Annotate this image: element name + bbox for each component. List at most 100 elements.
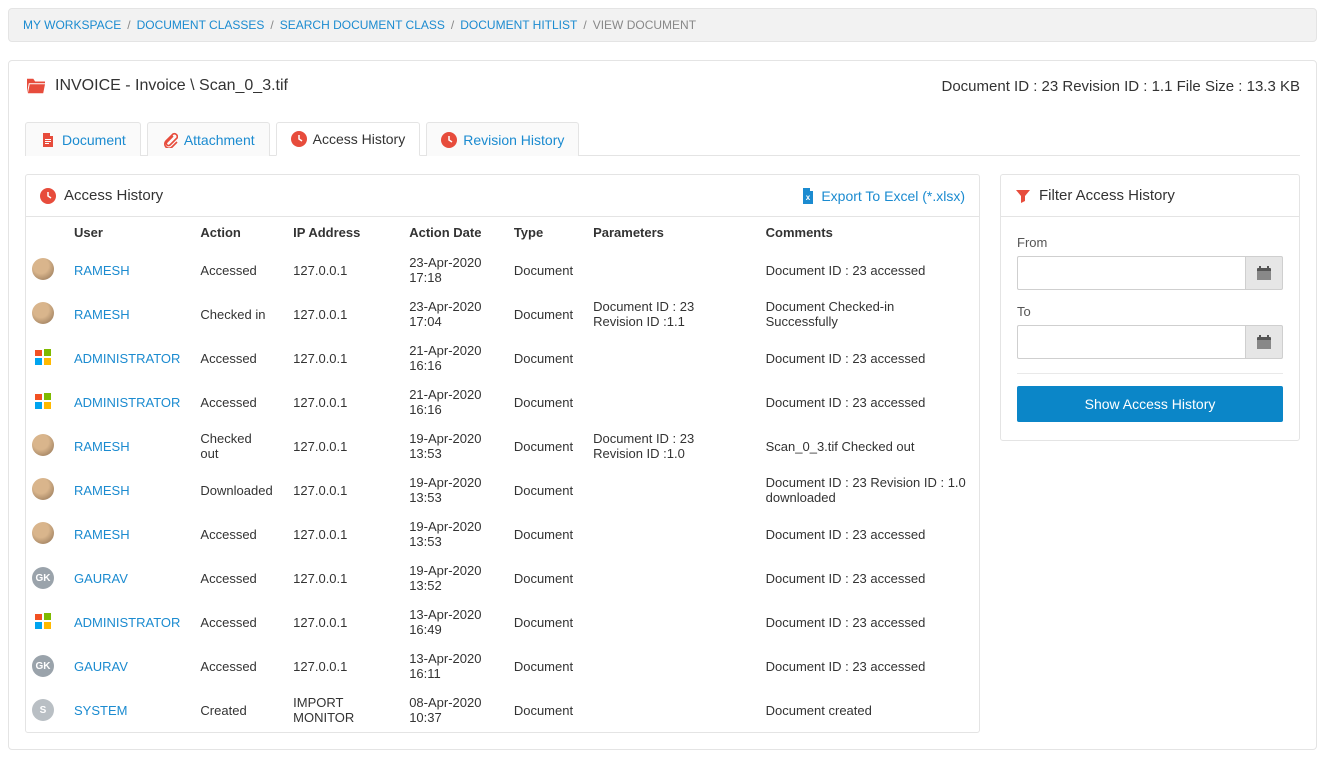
cell-action: Accessed [190,336,283,380]
cell-params [583,644,756,688]
access-history-title: Access History [64,187,801,204]
user-link[interactable]: RAMESH [74,439,130,454]
tab-label: Revision History [463,132,564,148]
cell-action: Checked in [190,292,283,336]
table-row: ADMINISTRATORAccessed127.0.0.113-Apr-202… [26,600,979,644]
breadcrumb-item[interactable]: MY WORKSPACE [23,18,121,32]
avatar: GK [32,567,54,589]
cell-ip: 127.0.0.1 [283,644,399,688]
cell-date: 21-Apr-2020 16:16 [399,380,504,424]
cell-action: Downloaded [190,468,283,512]
cell-params [583,688,756,732]
avatar [32,610,54,632]
user-link[interactable]: RAMESH [74,527,130,542]
filter-title: Filter Access History [1039,187,1285,204]
access-history-card: Access History x Export To Excel (*.xlsx… [25,174,980,733]
document-meta: Document ID : 23 Revision ID : 1.1 File … [942,78,1301,95]
cell-date: 08-Apr-2020 10:37 [399,688,504,732]
export-excel-link[interactable]: x Export To Excel (*.xlsx) [801,188,965,204]
user-link[interactable]: RAMESH [74,483,130,498]
cell-ip: 127.0.0.1 [283,556,399,600]
user-link[interactable]: GAURAV [74,659,128,674]
cell-date: 19-Apr-2020 13:53 [399,468,504,512]
cell-type: Document [504,688,583,732]
table-row: RAMESHAccessed127.0.0.119-Apr-2020 13:53… [26,512,979,556]
cell-ip: 127.0.0.1 [283,468,399,512]
cell-comments: Document ID : 23 accessed [756,600,979,644]
breadcrumb-item[interactable]: DOCUMENT HITLIST [460,18,577,32]
cell-ip: 127.0.0.1 [283,248,399,292]
cell-comments: Document Checked-in Successfully [756,292,979,336]
svg-text:x: x [806,193,811,202]
cell-type: Document [504,644,583,688]
tab-document[interactable]: Document [25,122,141,156]
cell-action: Created [190,688,283,732]
avatar: GK [32,655,54,677]
show-access-history-button[interactable]: Show Access History [1017,386,1283,422]
cell-date: 19-Apr-2020 13:53 [399,424,504,468]
cell-params [583,468,756,512]
user-link[interactable]: ADMINISTRATOR [74,615,180,630]
document-tabs: Document Attachment Access History Revision… [25,121,1300,156]
cell-type: Document [504,424,583,468]
cell-action: Accessed [190,380,283,424]
table-row: RAMESHAccessed127.0.0.123-Apr-2020 17:18… [26,248,979,292]
cell-type: Document [504,600,583,644]
tab-attachment[interactable]: Attachment [147,122,270,156]
cell-action: Checked out [190,424,283,468]
cell-ip: 127.0.0.1 [283,512,399,556]
clip-icon [162,132,178,148]
cell-params [583,556,756,600]
cell-type: Document [504,248,583,292]
cell-ip: 127.0.0.1 [283,380,399,424]
clock-icon [291,131,307,147]
cell-type: Document [504,468,583,512]
user-link[interactable]: GAURAV [74,571,128,586]
table-row: ADMINISTRATORAccessed127.0.0.121-Apr-202… [26,336,979,380]
to-date-picker-button[interactable] [1245,325,1283,359]
from-date-input[interactable] [1017,256,1245,290]
cell-date: 19-Apr-2020 13:52 [399,556,504,600]
column-header: Comments [756,217,979,248]
breadcrumb-item[interactable]: DOCUMENT CLASSES [137,18,265,32]
avatar [32,522,54,544]
document-header: INVOICE - Invoice \ Scan_0_3.tif Documen… [25,61,1300,121]
to-date-input[interactable] [1017,325,1245,359]
avatar [32,346,54,368]
cell-type: Document [504,292,583,336]
table-row: ADMINISTRATOR Accessed127.0.0.121-Apr-202… [26,380,979,424]
cell-params: Document ID : 23 Revision ID :1.1 [583,292,756,336]
column-header: User [64,217,190,248]
tab-label: Access History [313,131,406,147]
breadcrumb-item: VIEW DOCUMENT [593,18,696,32]
tab-access-history[interactable]: Access History [276,122,421,156]
cell-comments: Document ID : 23 accessed [756,556,979,600]
cell-params [583,380,756,424]
table-row: GKGAURAVAccessed127.0.0.113-Apr-2020 16:… [26,644,979,688]
cell-params: Document ID : 23 Revision ID :1.0 [583,424,756,468]
excel-icon: x [801,188,815,204]
cell-params [583,248,756,292]
column-header: Parameters [583,217,756,248]
folder-open-icon [25,77,47,95]
to-label: To [1017,304,1283,319]
user-link[interactable]: SYSTEM [74,703,127,718]
breadcrumb-item[interactable]: SEARCH DOCUMENT CLASS [280,18,445,32]
cell-comments: Document ID : 23 Revision ID : 1.0 downl… [756,468,979,512]
view-document-panel: INVOICE - Invoice \ Scan_0_3.tif Documen… [8,60,1317,750]
from-date-picker-button[interactable] [1245,256,1283,290]
table-row: SSYSTEMCreatedIMPORT MONITOR08-Apr-2020 … [26,688,979,732]
cell-type: Document [504,380,583,424]
filter-card: Filter Access History From To [1000,174,1300,441]
tab-revision-history[interactable]: Revision History [426,122,579,156]
cell-date: 19-Apr-2020 13:53 [399,512,504,556]
tab-label: Attachment [184,132,255,148]
user-link[interactable]: RAMESH [74,307,130,322]
user-link[interactable]: ADMINISTRATOR [74,351,180,366]
user-link[interactable]: ADMINISTRATOR [74,395,180,410]
calendar-icon [1256,334,1272,350]
cell-type: Document [504,336,583,380]
user-link[interactable]: RAMESH [74,263,130,278]
cell-comments: Document ID : 23 accessed [756,248,979,292]
table-row: RAMESH Downloaded127.0.0.119-Apr-2020 13:… [26,468,979,512]
